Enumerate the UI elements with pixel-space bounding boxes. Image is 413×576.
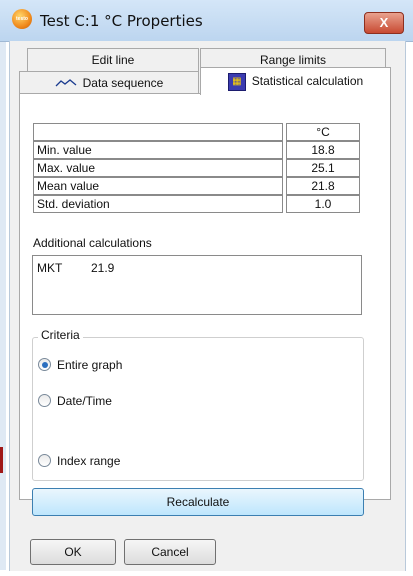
radio-index-range[interactable]: Index range <box>38 453 120 469</box>
title-bar: testo Test C:1 °C Properties X <box>0 0 413 42</box>
tab-statistical-calculation[interactable]: ▦ Statistical calculation <box>200 67 391 95</box>
statistics-table: °C Min. value 18.8 Max. value 25.1 Mean … <box>33 123 360 213</box>
mkt-value: 21.9 <box>91 261 115 275</box>
stat-label: Mean value <box>33 177 283 195</box>
radio-selected-icon <box>38 358 51 372</box>
table-row: Min. value 18.8 <box>33 141 360 159</box>
radio-unselected-icon <box>38 394 51 408</box>
additional-calculations-box[interactable]: MKT 21.9 <box>32 255 362 315</box>
radio-date-time[interactable]: Date/Time <box>38 393 112 409</box>
tab-label: Edit line <box>91 53 135 67</box>
line-chart-icon <box>55 73 77 95</box>
table-row: Max. value 25.1 <box>33 159 360 177</box>
background-window-edge <box>0 42 6 570</box>
statistics-icon: ▦ <box>227 72 246 91</box>
tab-data-sequence[interactable]: Data sequence <box>19 71 199 95</box>
radio-label: Date/Time <box>57 394 112 408</box>
unit-header: °C <box>286 123 360 141</box>
cancel-button[interactable]: Cancel <box>124 539 216 565</box>
tab-edit-line[interactable]: Edit line <box>27 48 199 72</box>
stat-value: 18.8 <box>286 141 360 159</box>
stat-value: 21.8 <box>286 177 360 195</box>
stat-label: Max. value <box>33 159 283 177</box>
stat-value: 25.1 <box>286 159 360 177</box>
tab-label: Data sequence <box>82 76 164 90</box>
recalculate-button[interactable]: Recalculate <box>32 488 364 516</box>
radio-entire-graph[interactable]: Entire graph <box>38 357 122 373</box>
stat-value: 1.0 <box>286 195 360 213</box>
stat-label: Min. value <box>33 141 283 159</box>
table-row: Mean value 21.8 <box>33 177 360 195</box>
stat-label: Std. deviation <box>33 195 283 213</box>
testo-logo-icon: testo <box>12 9 32 29</box>
window-title: Test C:1 °C Properties <box>40 12 203 30</box>
background-window-marker <box>0 447 3 473</box>
table-row: Std. deviation 1.0 <box>33 195 360 213</box>
additional-calculations-label: Additional calculations <box>33 236 152 250</box>
radio-unselected-icon <box>38 454 51 468</box>
tab-label: Range limits <box>259 53 327 67</box>
criteria-label: Criteria <box>38 328 83 342</box>
tab-label: Statistical calculation <box>251 74 364 88</box>
radio-label: Entire graph <box>57 358 123 372</box>
ok-button[interactable]: OK <box>30 539 116 565</box>
mkt-label: MKT <box>37 261 63 275</box>
table-header-row: °C <box>33 123 360 141</box>
table-cell <box>33 123 283 141</box>
radio-label: Index range <box>57 454 121 468</box>
close-button[interactable]: X <box>364 12 404 34</box>
